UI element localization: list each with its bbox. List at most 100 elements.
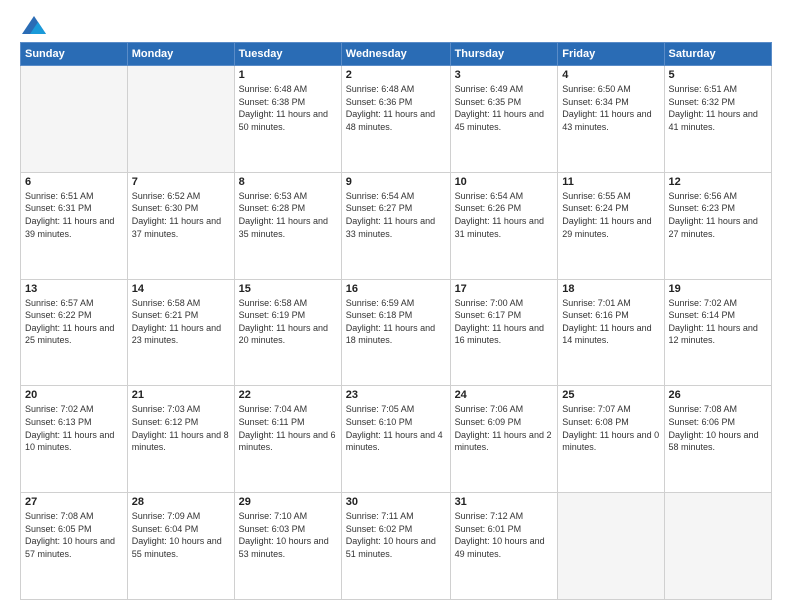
calendar-cell: 7 Sunrise: 6:52 AMSunset: 6:30 PMDaylight…	[127, 172, 234, 279]
calendar-cell: 2 Sunrise: 6:48 AMSunset: 6:36 PMDaylight…	[341, 66, 450, 173]
cell-content: Sunrise: 7:04 AMSunset: 6:11 PMDaylight:…	[239, 403, 337, 453]
cell-content: Sunrise: 6:54 AMSunset: 6:26 PMDaylight:…	[455, 190, 554, 240]
cell-content: Sunrise: 6:52 AMSunset: 6:30 PMDaylight:…	[132, 190, 230, 240]
calendar-cell: 29 Sunrise: 7:10 AMSunset: 6:03 PMDayligh…	[234, 493, 341, 600]
calendar-cell: 28Sunrise: 7:09 AMSunset: 6:04 PMDayligh…	[127, 493, 234, 600]
day-number: 10	[455, 176, 554, 188]
cell-content: Sunrise: 7:02 AMSunset: 6:13 PMDaylight:…	[25, 403, 123, 453]
cell-content: Sunrise: 6:49 AMSunset: 6:35 PMDaylight:…	[455, 83, 554, 133]
cell-content: Sunrise: 7:03 AMSunset: 6:12 PMDaylight:…	[132, 403, 230, 453]
calendar-cell: 13Sunrise: 6:57 AMSunset: 6:22 PMDayligh…	[21, 279, 128, 386]
cell-content: Sunrise: 6:48 AMSunset: 6:36 PMDaylight:…	[346, 83, 446, 133]
cell-content: Sunrise: 6:51 AMSunset: 6:31 PMDaylight:…	[25, 190, 123, 240]
cell-content: Sunrise: 7:01 AMSunset: 6:16 PMDaylight:…	[562, 297, 659, 347]
calendar-cell: 26 Sunrise: 7:08 AMSunset: 6:06 PMDayligh…	[664, 386, 771, 493]
day-number: 5	[669, 69, 767, 81]
calendar-cell: 6 Sunrise: 6:51 AMSunset: 6:31 PMDaylight…	[21, 172, 128, 279]
calendar-cell: 31 Sunrise: 7:12 AMSunset: 6:01 PMDayligh…	[450, 493, 558, 600]
cell-content: Sunrise: 6:48 AMSunset: 6:38 PMDaylight:…	[239, 83, 337, 133]
cell-content: Sunrise: 7:05 AMSunset: 6:10 PMDaylight:…	[346, 403, 446, 453]
cell-content: Sunrise: 6:54 AMSunset: 6:27 PMDaylight:…	[346, 190, 446, 240]
calendar-cell	[127, 66, 234, 173]
calendar-cell: 30 Sunrise: 7:11 AMSunset: 6:02 PMDayligh…	[341, 493, 450, 600]
day-number: 12	[669, 176, 767, 188]
day-number: 24	[455, 389, 554, 401]
cell-content: Sunrise: 6:56 AMSunset: 6:23 PMDaylight:…	[669, 190, 767, 240]
day-number: 29	[239, 496, 337, 508]
calendar-cell: 24 Sunrise: 7:06 AMSunset: 6:09 PMDayligh…	[450, 386, 558, 493]
cell-content: Sunrise: 6:55 AMSunset: 6:24 PMDaylight:…	[562, 190, 659, 240]
logo-text	[20, 16, 46, 34]
cell-content: Sunrise: 7:10 AMSunset: 6:03 PMDaylight:…	[239, 510, 337, 560]
day-number: 27	[25, 496, 123, 508]
day-number: 20	[25, 389, 123, 401]
day-number: 17	[455, 283, 554, 295]
cell-content: Sunrise: 7:07 AMSunset: 6:08 PMDaylight:…	[562, 403, 659, 453]
calendar-cell: 8Sunrise: 6:53 AMSunset: 6:28 PMDaylight…	[234, 172, 341, 279]
day-number: 4	[562, 69, 659, 81]
cell-content: Sunrise: 7:02 AMSunset: 6:14 PMDaylight:…	[669, 297, 767, 347]
day-header-thursday: Thursday	[450, 43, 558, 66]
calendar-cell: 10 Sunrise: 6:54 AMSunset: 6:26 PMDayligh…	[450, 172, 558, 279]
week-row-5: 27 Sunrise: 7:08 AMSunset: 6:05 PMDayligh…	[21, 493, 772, 600]
calendar-table: SundayMondayTuesdayWednesdayThursdayFrid…	[20, 42, 772, 600]
day-number: 23	[346, 389, 446, 401]
calendar-cell: 15 Sunrise: 6:58 AMSunset: 6:19 PMDayligh…	[234, 279, 341, 386]
day-number: 7	[132, 176, 230, 188]
calendar-cell: 25Sunrise: 7:07 AMSunset: 6:08 PMDayligh…	[558, 386, 664, 493]
calendar-cell: 4 Sunrise: 6:50 AMSunset: 6:34 PMDaylight…	[558, 66, 664, 173]
cell-content: Sunrise: 7:08 AMSunset: 6:05 PMDaylight:…	[25, 510, 123, 560]
calendar-cell: 3 Sunrise: 6:49 AMSunset: 6:35 PMDaylight…	[450, 66, 558, 173]
calendar-cell: 20 Sunrise: 7:02 AMSunset: 6:13 PMDayligh…	[21, 386, 128, 493]
day-number: 26	[669, 389, 767, 401]
day-header-sunday: Sunday	[21, 43, 128, 66]
calendar-cell: 5 Sunrise: 6:51 AMSunset: 6:32 PMDaylight…	[664, 66, 771, 173]
day-number: 30	[346, 496, 446, 508]
day-header-tuesday: Tuesday	[234, 43, 341, 66]
day-number: 28	[132, 496, 230, 508]
cell-content: Sunrise: 6:50 AMSunset: 6:34 PMDaylight:…	[562, 83, 659, 133]
cell-content: Sunrise: 7:06 AMSunset: 6:09 PMDaylight:…	[455, 403, 554, 453]
calendar-cell: 22 Sunrise: 7:04 AMSunset: 6:11 PMDayligh…	[234, 386, 341, 493]
day-number: 21	[132, 389, 230, 401]
day-number: 8	[239, 176, 337, 188]
calendar-cell	[21, 66, 128, 173]
day-number: 3	[455, 69, 554, 81]
day-number: 19	[669, 283, 767, 295]
calendar-cell: 21 Sunrise: 7:03 AMSunset: 6:12 PMDayligh…	[127, 386, 234, 493]
week-row-2: 6 Sunrise: 6:51 AMSunset: 6:31 PMDaylight…	[21, 172, 772, 279]
day-number: 1	[239, 69, 337, 81]
calendar-cell: 11 Sunrise: 6:55 AMSunset: 6:24 PMDayligh…	[558, 172, 664, 279]
day-number: 6	[25, 176, 123, 188]
cell-content: Sunrise: 7:00 AMSunset: 6:17 PMDaylight:…	[455, 297, 554, 347]
calendar-cell: 18Sunrise: 7:01 AMSunset: 6:16 PMDayligh…	[558, 279, 664, 386]
header	[20, 16, 772, 34]
calendar-cell: 16Sunrise: 6:59 AMSunset: 6:18 PMDayligh…	[341, 279, 450, 386]
calendar-cell: 14 Sunrise: 6:58 AMSunset: 6:21 PMDayligh…	[127, 279, 234, 386]
day-number: 31	[455, 496, 554, 508]
day-number: 13	[25, 283, 123, 295]
week-row-1: 1 Sunrise: 6:48 AMSunset: 6:38 PMDaylight…	[21, 66, 772, 173]
day-number: 11	[562, 176, 659, 188]
calendar-cell: 19 Sunrise: 7:02 AMSunset: 6:14 PMDayligh…	[664, 279, 771, 386]
day-header-monday: Monday	[127, 43, 234, 66]
day-number: 22	[239, 389, 337, 401]
cell-content: Sunrise: 6:51 AMSunset: 6:32 PMDaylight:…	[669, 83, 767, 133]
cell-content: Sunrise: 6:58 AMSunset: 6:21 PMDaylight:…	[132, 297, 230, 347]
cell-content: Sunrise: 7:08 AMSunset: 6:06 PMDaylight:…	[669, 403, 767, 453]
cell-content: Sunrise: 7:12 AMSunset: 6:01 PMDaylight:…	[455, 510, 554, 560]
calendar-cell: 1 Sunrise: 6:48 AMSunset: 6:38 PMDaylight…	[234, 66, 341, 173]
calendar-cell: 12 Sunrise: 6:56 AMSunset: 6:23 PMDayligh…	[664, 172, 771, 279]
day-header-wednesday: Wednesday	[341, 43, 450, 66]
calendar-cell: 17 Sunrise: 7:00 AMSunset: 6:17 PMDayligh…	[450, 279, 558, 386]
day-number: 15	[239, 283, 337, 295]
cell-content: Sunrise: 6:58 AMSunset: 6:19 PMDaylight:…	[239, 297, 337, 347]
day-number: 9	[346, 176, 446, 188]
day-number: 14	[132, 283, 230, 295]
calendar-cell	[664, 493, 771, 600]
day-number: 2	[346, 69, 446, 81]
calendar-cell	[558, 493, 664, 600]
day-header-saturday: Saturday	[664, 43, 771, 66]
cell-content: Sunrise: 7:11 AMSunset: 6:02 PMDaylight:…	[346, 510, 446, 560]
calendar-cell: 23 Sunrise: 7:05 AMSunset: 6:10 PMDayligh…	[341, 386, 450, 493]
